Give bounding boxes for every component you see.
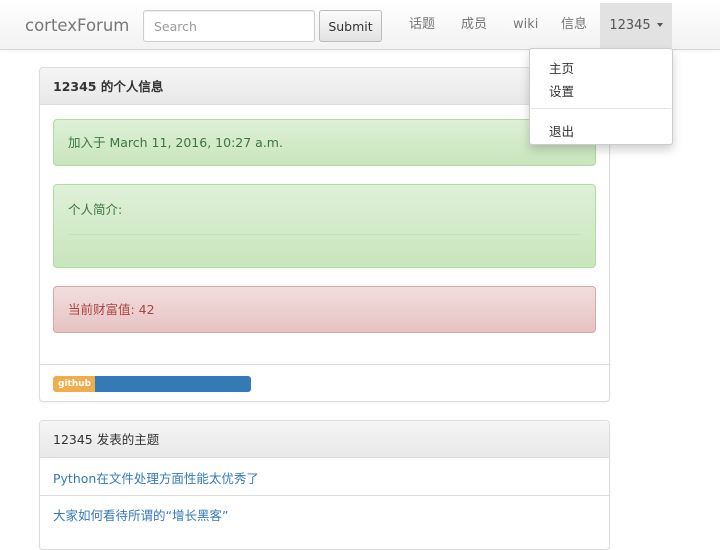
nav-item-messages[interactable]: 信息 bbox=[561, 0, 587, 50]
menu-item-settings[interactable]: 设置 bbox=[549, 81, 574, 100]
wealth-text: 当前财富值: 42 bbox=[68, 302, 155, 317]
submit-button[interactable]: Submit bbox=[319, 10, 382, 42]
github-badge[interactable]: github bbox=[53, 376, 95, 392]
profile-footer: github bbox=[40, 364, 609, 401]
brand-logo[interactable]: cortexForum bbox=[25, 16, 129, 35]
search-input[interactable] bbox=[143, 10, 315, 42]
wealth-alert: 当前财富值: 42 bbox=[53, 286, 596, 333]
caret-down-icon bbox=[656, 22, 663, 27]
topics-heading: 12345 发表的主题 bbox=[40, 421, 609, 458]
github-link-bar[interactable] bbox=[95, 376, 251, 392]
topic-link[interactable]: 大家如何看待所谓的“增长黑客” bbox=[53, 505, 228, 524]
nav-item-members[interactable]: 成员 bbox=[461, 0, 487, 50]
profile-heading: 12345 的个人信息 bbox=[40, 68, 609, 105]
menu-item-home[interactable]: 主页 bbox=[549, 58, 574, 77]
topic-divider bbox=[40, 495, 609, 496]
nav-item-topics[interactable]: 话题 bbox=[409, 0, 435, 50]
user-menu-label: 12345 bbox=[609, 18, 651, 33]
user-dropdown-menu: 主页 设置 退出 bbox=[529, 48, 673, 145]
topic-link[interactable]: Python在文件处理方面性能太优秀了 bbox=[53, 468, 259, 487]
user-menu-toggle[interactable]: 12345 bbox=[600, 3, 672, 48]
bio-alert: 个人简介: bbox=[53, 184, 596, 268]
profile-panel: 12345 的个人信息 加入于 March 11, 2016, 10:27 a.… bbox=[39, 67, 610, 402]
navbar: cortexForum Submit 话题 成员 wiki 信息 12345 bbox=[0, 0, 720, 50]
joined-text: 加入于 March 11, 2016, 10:27 a.m. bbox=[68, 135, 283, 150]
menu-item-logout[interactable]: 退出 bbox=[549, 121, 574, 140]
bio-label: 个人简介: bbox=[68, 202, 123, 217]
menu-divider bbox=[531, 108, 671, 109]
bio-divider bbox=[68, 234, 581, 235]
joined-alert: 加入于 March 11, 2016, 10:27 a.m. bbox=[53, 119, 596, 166]
nav-item-wiki[interactable]: wiki bbox=[513, 0, 538, 50]
